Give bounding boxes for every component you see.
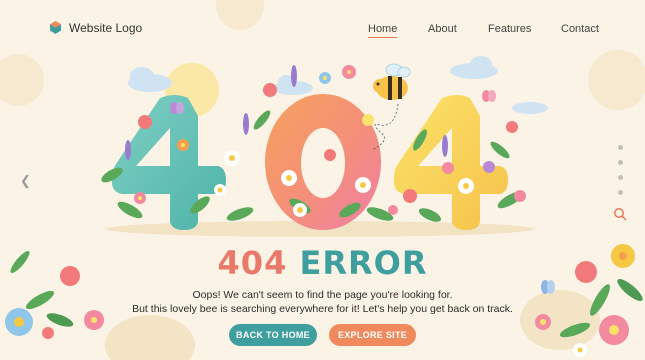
main-nav: Home About Features Contact [0, 22, 645, 38]
nav-link-features[interactable]: Features [488, 22, 531, 36]
message-line-2: But this lovely bee is searching everywh… [132, 303, 513, 315]
slide-dot[interactable] [618, 175, 623, 180]
nav-link-about[interactable]: About [428, 22, 457, 36]
bg-flower-right [588, 50, 645, 110]
search-icon[interactable] [613, 207, 627, 221]
bg-flower-left [0, 54, 44, 106]
digit-zero [265, 94, 381, 230]
error-page: Website Logo Home About Features Contact… [0, 0, 645, 360]
cloud-icon [512, 102, 548, 114]
bg-blob [105, 315, 195, 360]
butterfly-icon [482, 90, 496, 102]
slide-dots [618, 145, 624, 205]
bee-icon [373, 63, 411, 100]
explore-site-button[interactable]: EXPLORE SITE [329, 324, 416, 346]
slide-dot[interactable] [618, 145, 623, 150]
back-to-home-button[interactable]: BACK TO HOME [229, 324, 317, 346]
chevron-left-icon[interactable]: ❮ [20, 173, 31, 189]
error-word: ERROR [299, 244, 428, 282]
error-code: 404 [217, 244, 288, 282]
message-line-1: Oops! We can't seem to find the page you… [192, 289, 453, 301]
nav-link-home[interactable]: Home [368, 22, 398, 38]
nav-link-contact[interactable]: Contact [561, 22, 599, 36]
slide-dot[interactable] [618, 160, 623, 165]
error-message: Oops! We can't seem to find the page you… [0, 288, 645, 316]
cloud-icon [450, 56, 498, 79]
error-headline: 404 ERROR [0, 244, 645, 282]
slide-dot[interactable] [618, 190, 623, 195]
cloud-icon [128, 67, 172, 92]
